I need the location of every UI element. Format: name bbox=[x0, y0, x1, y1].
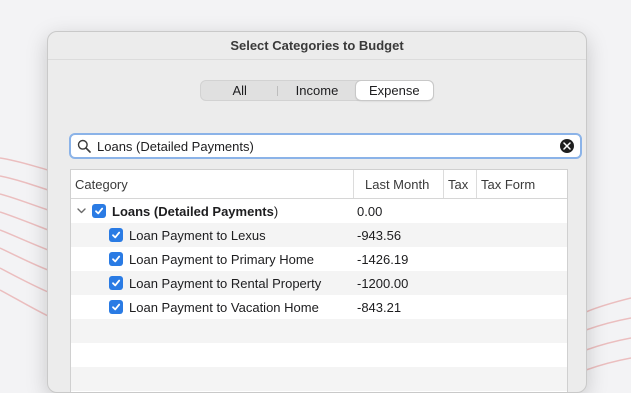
empty-row bbox=[71, 343, 567, 367]
table-row[interactable]: Loan Payment to Primary Home -1426.19 bbox=[71, 247, 567, 271]
column-header-last-month[interactable]: Last Month bbox=[354, 170, 444, 198]
last-month-value: -1426.19 bbox=[357, 251, 409, 267]
chevron-down-icon[interactable] bbox=[75, 208, 87, 214]
category-name: Loan Payment to Lexus bbox=[129, 227, 266, 243]
select-categories-dialog: Select Categories to Budget All Income E… bbox=[47, 31, 587, 393]
empty-row bbox=[71, 319, 567, 343]
table-header: Category Last Month Tax Tax Form bbox=[71, 170, 567, 199]
categories-table: Category Last Month Tax Tax Form Loans (… bbox=[70, 169, 568, 392]
checkbox-checked-icon[interactable] bbox=[109, 276, 123, 290]
search-field[interactable] bbox=[69, 133, 582, 159]
category-name: Loan Payment to Primary Home bbox=[129, 251, 314, 267]
empty-row bbox=[71, 367, 567, 391]
checkbox-checked-icon[interactable] bbox=[109, 252, 123, 266]
checkbox-checked-icon[interactable] bbox=[109, 300, 123, 314]
clear-x-icon[interactable] bbox=[560, 139, 574, 153]
parent-category-name-suffix: ) bbox=[273, 203, 279, 219]
last-month-value: -943.56 bbox=[357, 227, 402, 243]
title-divider bbox=[48, 59, 586, 60]
filter-all-button[interactable]: All bbox=[201, 81, 279, 100]
category-type-filter: All Income Expense bbox=[200, 80, 434, 101]
table-row-parent[interactable]: Loans (Detailed Payments) 0.00 bbox=[71, 199, 567, 223]
last-month-value: -1200.00 bbox=[357, 275, 409, 291]
table-row[interactable]: Loan Payment to Vacation Home -843.21 bbox=[71, 295, 567, 319]
filter-expense-button[interactable]: Expense bbox=[355, 81, 433, 100]
column-header-category[interactable]: Category bbox=[71, 170, 354, 198]
parent-last-month: 0.00 bbox=[357, 203, 383, 219]
category-name: Loan Payment to Rental Property bbox=[129, 275, 322, 291]
search-input[interactable] bbox=[91, 136, 560, 156]
parent-category-name: Loans (Detailed Payments bbox=[112, 203, 274, 219]
last-month-value: -843.21 bbox=[357, 299, 402, 315]
column-header-tax-form[interactable]: Tax Form bbox=[477, 170, 567, 198]
table-row[interactable]: Loan Payment to Lexus -943.56 bbox=[71, 223, 567, 247]
table-row[interactable]: Loan Payment to Rental Property -1200.00 bbox=[71, 271, 567, 295]
dialog-title: Select Categories to Budget bbox=[230, 38, 404, 53]
checkbox-checked-icon[interactable] bbox=[92, 204, 106, 218]
category-name: Loan Payment to Vacation Home bbox=[129, 299, 319, 315]
checkbox-checked-icon[interactable] bbox=[109, 228, 123, 242]
column-header-tax[interactable]: Tax bbox=[444, 170, 477, 198]
filter-income-button[interactable]: Income bbox=[278, 81, 355, 100]
magnifier-icon bbox=[77, 139, 91, 153]
